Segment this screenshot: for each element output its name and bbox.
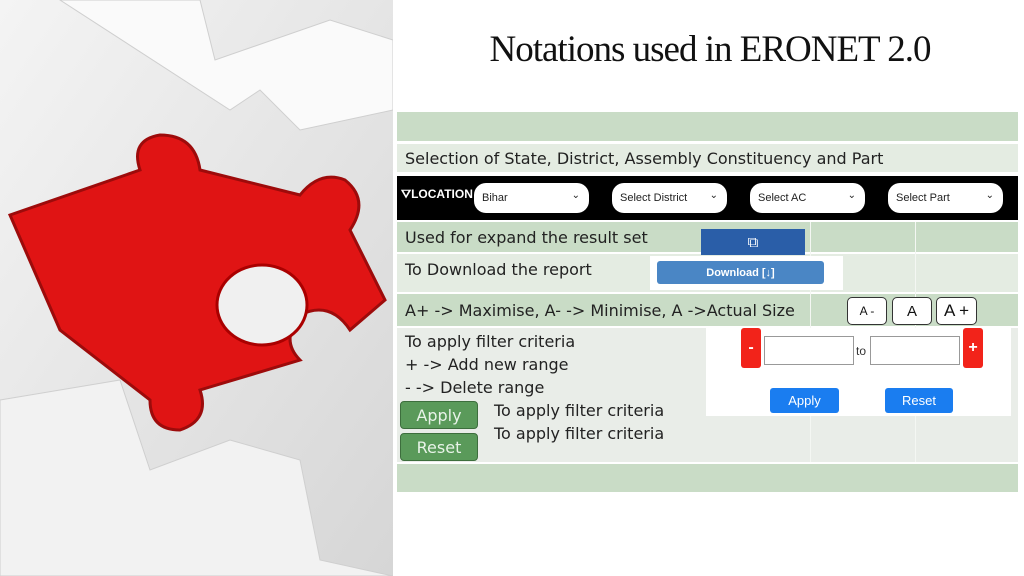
- add-range-button[interactable]: +: [963, 328, 983, 368]
- filter-icon: ⛛: [401, 187, 412, 201]
- footer-row: [397, 464, 1018, 492]
- expand-text: Used for expand the result set: [405, 228, 648, 247]
- puzzle-image: [0, 0, 393, 576]
- download-button[interactable]: Download [↓]: [657, 261, 824, 284]
- apply-desc-text: To apply filter criteria: [494, 401, 665, 420]
- location-bar: ⛛LOCATION Bihar ⌄ Select District ⌄ Select…: [397, 176, 1018, 220]
- add-range-text: + -> Add new range: [405, 355, 569, 374]
- to-label: to: [856, 344, 867, 358]
- ac-select[interactable]: Select AC ⌄: [750, 183, 865, 213]
- external-link-icon: ⧉: [747, 233, 759, 251]
- part-select[interactable]: Select Part ⌄: [888, 183, 1003, 213]
- filter-text: To apply filter criteria: [405, 332, 576, 351]
- header-row: [397, 112, 1018, 141]
- range-to-input[interactable]: [870, 336, 960, 365]
- selection-row: Selection of State, District, Assembly C…: [397, 144, 1018, 172]
- location-label: ⛛LOCATION: [401, 187, 473, 201]
- chevron-down-icon: ⌄: [847, 190, 856, 201]
- chevron-down-icon: ⌄: [985, 190, 994, 201]
- download-icon: [↓]: [761, 266, 775, 279]
- font-decrease-button[interactable]: A -: [847, 297, 887, 325]
- selection-text: Selection of State, District, Assembly C…: [405, 149, 884, 168]
- district-select[interactable]: Select District ⌄: [612, 183, 727, 213]
- fontsize-text: A+ -> Maximise, A- -> Minimise, A ->Actu…: [405, 301, 795, 320]
- expand-button[interactable]: ⧉: [701, 229, 805, 255]
- font-increase-button[interactable]: A +: [936, 297, 977, 325]
- apply-green-button[interactable]: Apply: [400, 401, 478, 429]
- delete-range-button[interactable]: -: [741, 328, 761, 368]
- range-from-input[interactable]: [764, 336, 854, 365]
- apply-button[interactable]: Apply: [770, 388, 839, 413]
- page-title: Notations used in ERONET 2.0: [489, 29, 932, 70]
- download-text: To Download the report: [405, 260, 592, 279]
- reset-green-button[interactable]: Reset: [400, 433, 478, 461]
- font-reset-button[interactable]: A: [892, 297, 932, 325]
- delete-range-text: - -> Delete range: [405, 378, 545, 397]
- state-select[interactable]: Bihar ⌄: [474, 183, 589, 213]
- chevron-down-icon: ⌄: [571, 190, 580, 201]
- reset-button[interactable]: Reset: [885, 388, 953, 413]
- chevron-down-icon: ⌄: [709, 190, 718, 201]
- reset-desc-text: To apply filter criteria: [494, 424, 665, 443]
